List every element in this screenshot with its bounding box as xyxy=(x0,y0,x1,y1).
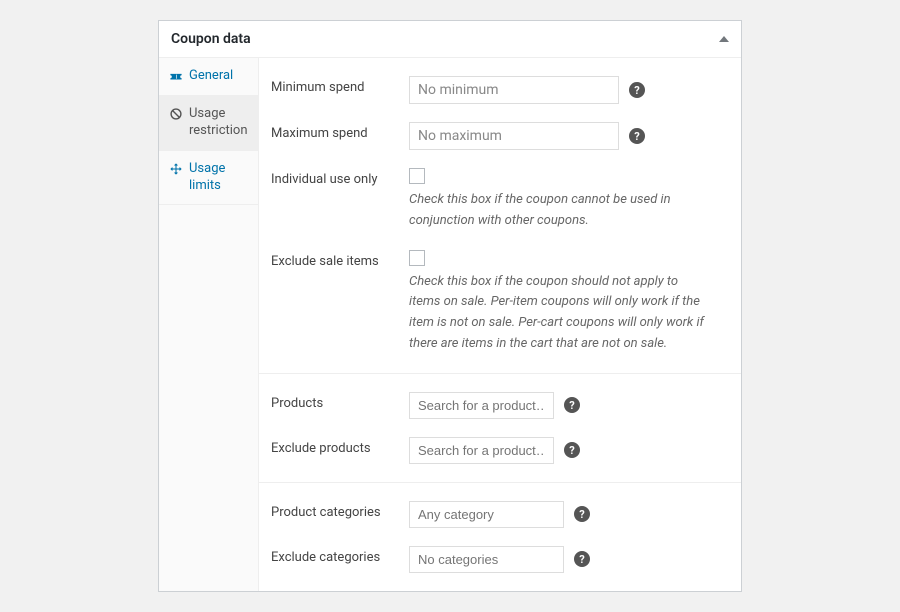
row-product-categories: Product categories ? xyxy=(259,492,741,537)
products-input[interactable] xyxy=(409,392,554,419)
label-individual-use: Individual use only xyxy=(259,168,409,187)
tab-usage-limits[interactable]: Usage limits xyxy=(159,151,258,206)
help-icon[interactable]: ? xyxy=(629,82,645,98)
help-icon[interactable]: ? xyxy=(574,551,590,567)
coupon-data-panel: Coupon data General Usage restriction xyxy=(158,20,742,592)
exclude-products-input[interactable] xyxy=(409,437,554,464)
tabs-sidebar: General Usage restriction Usage limits xyxy=(159,58,259,591)
row-exclude-categories: Exclude categories ? xyxy=(259,537,741,582)
label-maximum-spend: Maximum spend xyxy=(259,122,409,141)
individual-use-checkbox[interactable] xyxy=(409,168,425,184)
move-icon xyxy=(169,162,183,176)
maximum-spend-input[interactable] xyxy=(409,122,619,150)
minimum-spend-input[interactable] xyxy=(409,76,619,104)
panel-title: Coupon data xyxy=(171,31,251,47)
help-text-individual-use: Check this box if the coupon cannot be u… xyxy=(409,190,709,232)
row-minimum-spend: Minimum spend ? xyxy=(259,67,741,113)
ticket-icon xyxy=(169,69,183,83)
help-text-exclude-sale: Check this box if the coupon should not … xyxy=(409,272,709,355)
tab-general[interactable]: General xyxy=(159,58,258,96)
label-exclude-sale: Exclude sale items xyxy=(259,250,409,269)
tab-usage-limits-label: Usage limits xyxy=(189,161,248,195)
panel-body: General Usage restriction Usage limits M… xyxy=(159,58,741,591)
categories-group: Product categories ? Exclude categories … xyxy=(259,483,741,591)
label-product-categories: Product categories xyxy=(259,501,409,520)
tab-content: Minimum spend ? Maximum spend ? xyxy=(259,58,741,591)
tab-usage-restriction-label: Usage restriction xyxy=(189,106,248,140)
label-products: Products xyxy=(259,392,409,411)
label-exclude-categories: Exclude categories xyxy=(259,546,409,565)
row-maximum-spend: Maximum spend ? xyxy=(259,113,741,159)
exclude-categories-input[interactable] xyxy=(409,546,564,573)
help-icon[interactable]: ? xyxy=(629,128,645,144)
collapse-toggle-icon[interactable] xyxy=(719,36,729,42)
help-icon[interactable]: ? xyxy=(564,397,580,413)
ban-icon xyxy=(169,107,183,121)
products-group: Products ? Exclude products ? xyxy=(259,374,741,483)
exclude-sale-checkbox[interactable] xyxy=(409,250,425,266)
panel-header: Coupon data xyxy=(159,21,741,58)
row-exclude-products: Exclude products ? xyxy=(259,428,741,473)
label-exclude-products: Exclude products xyxy=(259,437,409,456)
label-minimum-spend: Minimum spend xyxy=(259,76,409,95)
product-categories-input[interactable] xyxy=(409,501,564,528)
tab-usage-restriction[interactable]: Usage restriction xyxy=(159,96,258,151)
spend-group: Minimum spend ? Maximum spend ? xyxy=(259,58,741,374)
tab-general-label: General xyxy=(189,68,233,85)
row-products: Products ? xyxy=(259,383,741,428)
row-exclude-sale: Exclude sale items Check this box if the… xyxy=(259,241,741,364)
help-icon[interactable]: ? xyxy=(564,442,580,458)
help-icon[interactable]: ? xyxy=(574,506,590,522)
row-individual-use: Individual use only Check this box if th… xyxy=(259,159,741,241)
